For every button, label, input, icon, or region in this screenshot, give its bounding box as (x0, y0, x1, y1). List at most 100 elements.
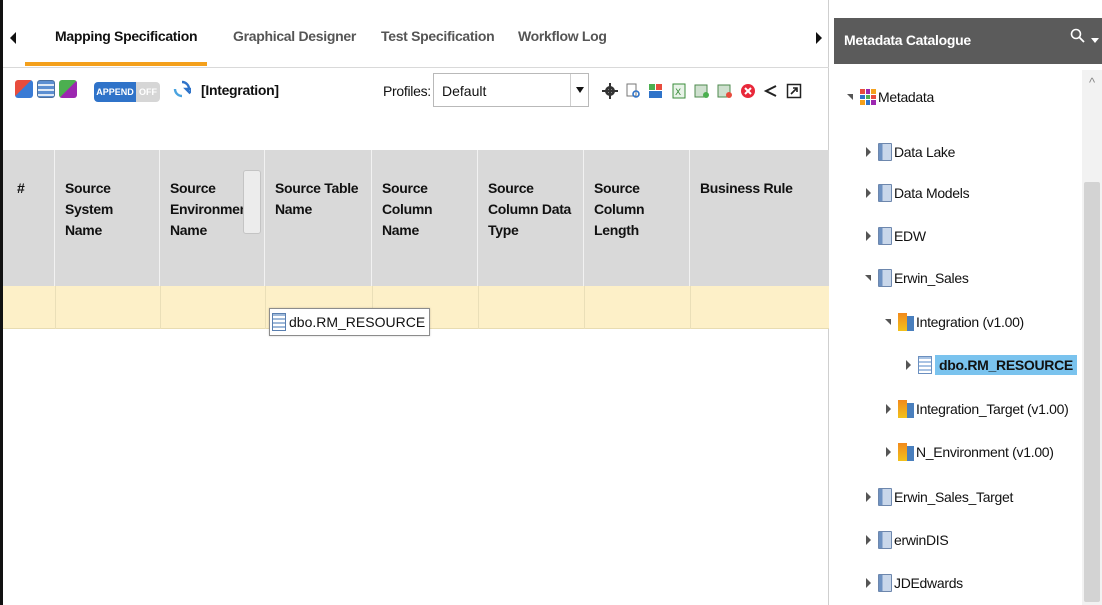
tree-node-integration[interactable]: Integration (v1.00) (882, 311, 1024, 333)
chevron-down-icon (570, 74, 588, 106)
tree-node-erwin-sales-target[interactable]: Erwin_Sales_Target (862, 486, 1013, 508)
append-off-label: OFF (136, 82, 160, 102)
system-icon (878, 488, 892, 506)
table-icon (918, 356, 932, 374)
active-tab-indicator (25, 62, 207, 66)
column-header-business-rule[interactable]: Business Rule (690, 150, 829, 286)
tree-node-edw[interactable]: EDW (862, 225, 926, 247)
cell-divider (265, 286, 266, 329)
metadata-icon (860, 89, 876, 105)
cell-divider (690, 286, 691, 329)
system-icon (878, 227, 892, 245)
excel-export-icon[interactable]: X (670, 82, 688, 100)
etl-icon[interactable] (647, 82, 665, 100)
collapse-icon[interactable] (862, 272, 874, 284)
column-header-source-column-data-type[interactable]: Source Column Data Type (478, 150, 584, 286)
append-toggle[interactable]: APPEND OFF (94, 82, 160, 102)
close-circle-icon[interactable] (739, 82, 757, 100)
search-icon[interactable] (1070, 28, 1086, 51)
mapping-toolbar: APPEND OFF [Integration] Profiles: Defau… (3, 73, 829, 120)
expand-icon[interactable] (862, 187, 874, 199)
expand-icon[interactable] (882, 403, 894, 415)
share-icon[interactable] (762, 82, 780, 100)
drag-chip-label: dbo.RM_RESOURCE (289, 314, 426, 330)
environment-icon (898, 400, 914, 418)
tree-node-jdedwards[interactable]: JDEdwards (862, 572, 963, 594)
column-resize-handle[interactable] (243, 170, 261, 234)
tree-node-erwindis[interactable]: erwinDIS (862, 529, 949, 551)
tab-graphical-designer[interactable]: Graphical Designer (233, 28, 356, 68)
cell-divider (160, 286, 161, 329)
tree-node-data-lake[interactable]: Data Lake (862, 141, 955, 163)
svg-text:X: X (675, 88, 681, 98)
tree-node-erwin-sales[interactable]: Erwin_Sales (862, 267, 969, 289)
tree-label: Metadata (878, 89, 934, 105)
scrollbar-thumb[interactable] (1084, 182, 1100, 602)
expand-icon[interactable] (882, 446, 894, 458)
tree-label-selected: dbo.RM_RESOURCE (935, 355, 1077, 375)
collapse-icon[interactable] (882, 316, 894, 328)
grid-view-icon[interactable] (59, 80, 77, 98)
chevron-down-icon[interactable] (1091, 38, 1099, 43)
scroll-left-icon[interactable] (5, 30, 21, 46)
system-icon (878, 574, 892, 592)
expand-icon[interactable] (862, 577, 874, 589)
tree-label: Data Models (894, 185, 970, 201)
tree-label: Integration_Target (v1.00) (916, 401, 1069, 417)
tab-workflow-log[interactable]: Workflow Log (518, 28, 607, 68)
catalogue-header: Metadata Catalogue (834, 18, 1102, 64)
system-icon (878, 184, 892, 202)
metadata-catalogue-panel: Metadata Catalogue ^ Metadata Data Lake … (830, 0, 1102, 605)
tree-label: erwinDIS (894, 532, 949, 548)
tree-node-integration-target[interactable]: Integration_Target (v1.00) (882, 398, 1069, 420)
expand-icon[interactable] (902, 359, 914, 371)
environment-icon (898, 443, 914, 461)
tree-label: Erwin_Sales_Target (894, 489, 1014, 505)
catalogue-title: Metadata Catalogue (844, 32, 971, 48)
new-mapping-icon[interactable] (15, 80, 33, 98)
cell-divider (584, 286, 585, 329)
tab-bar: Mapping Specification Graphical Designer… (3, 0, 829, 68)
save-icon[interactable] (693, 82, 711, 100)
column-header-number[interactable]: # (3, 150, 55, 286)
profiles-select[interactable]: Default (433, 73, 589, 107)
tree-label: JDEdwards (894, 575, 963, 591)
settings-gear-icon[interactable] (601, 82, 619, 100)
append-on-label: APPEND (94, 82, 136, 102)
column-header-source-table-name[interactable]: Source Table Name (265, 150, 372, 286)
column-header-source-column-name[interactable]: Source Column Name (372, 150, 478, 286)
cell-divider (478, 286, 479, 329)
mapping-panel: Mapping Specification Graphical Designer… (3, 0, 829, 605)
save-as-icon[interactable] (716, 82, 734, 100)
list-view-icon[interactable] (37, 80, 55, 98)
tree-label: Erwin_Sales (894, 270, 969, 286)
collapse-icon[interactable] (844, 91, 856, 103)
tree-node-dbo-rm-resource[interactable]: dbo.RM_RESOURCE (902, 354, 1077, 376)
tree-label: EDW (894, 228, 926, 244)
tab-test-specification[interactable]: Test Specification (381, 28, 495, 68)
environment-icon (898, 313, 914, 331)
expand-icon[interactable] (862, 146, 874, 158)
scroll-up-icon[interactable]: ^ (1082, 70, 1102, 94)
tree-node-metadata[interactable]: Metadata (844, 86, 934, 108)
toolbar-actions: X (601, 80, 803, 102)
expand-icon[interactable] (862, 534, 874, 546)
drag-table-chip[interactable]: dbo.RM_RESOURCE (269, 308, 431, 336)
scroll-right-icon[interactable] (811, 30, 827, 46)
tree-label: Data Lake (894, 144, 956, 160)
column-header-source-system-name[interactable]: Source System Name (55, 150, 160, 286)
refresh-icon[interactable] (173, 80, 196, 98)
tree-node-n-environment[interactable]: N_Environment (v1.00) (882, 441, 1054, 463)
column-header-source-column-length[interactable]: Source Column Length (584, 150, 690, 286)
table-icon (272, 313, 286, 331)
profiles-value: Default (442, 83, 487, 99)
context-label: [Integration] (201, 82, 279, 98)
tree-node-data-models[interactable]: Data Models (862, 182, 970, 204)
expand-icon[interactable] (862, 230, 874, 242)
catalogue-scrollbar[interactable]: ^ (1082, 70, 1102, 605)
grid-header: # Source System Name Source Environment … (3, 150, 829, 286)
expand-icon[interactable] (862, 491, 874, 503)
preview-icon[interactable] (624, 82, 642, 100)
mapping-grid: # Source System Name Source Environment … (3, 150, 829, 605)
export-icon[interactable] (785, 82, 803, 100)
